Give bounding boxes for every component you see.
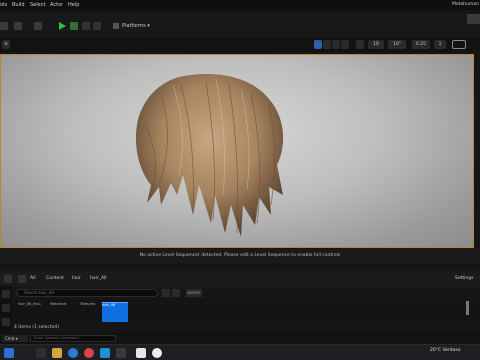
menu-build[interactable]: Build: [12, 2, 25, 8]
maximize-viewport-icon[interactable]: [452, 40, 466, 49]
content-browser-header: All Content hair hair_All Settings: [0, 271, 480, 287]
settings-button[interactable]: Settings: [455, 276, 473, 281]
console-row: Cmd ▾ Enter Console Command: [0, 333, 480, 344]
cmd-label: Cmd: [5, 336, 15, 341]
grid-snap-button[interactable]: 10: [368, 40, 384, 49]
simulate-icon[interactable]: [70, 22, 78, 30]
folder-label: Textures: [80, 302, 96, 306]
breadcrumb-all[interactable]: All: [30, 276, 36, 281]
console-input[interactable]: Enter Console Command: [30, 335, 116, 342]
start-icon[interactable]: [4, 348, 14, 358]
hair-mesh: [135, 74, 284, 237]
camera-speed-button[interactable]: 1: [434, 40, 446, 49]
selected-asset-tile[interactable]: hair_06: [102, 302, 128, 322]
menu-tools[interactable]: ols: [0, 2, 7, 8]
menu-help[interactable]: Help: [68, 2, 79, 8]
content-browser-search-row: Search hair_All IMPORT: [0, 287, 480, 299]
select-mode-icon[interactable]: [314, 40, 322, 49]
translate-icon[interactable]: [323, 40, 331, 49]
scrollbar[interactable]: [466, 301, 469, 315]
platforms-button[interactable]: Platforms ▾: [113, 21, 150, 31]
search-input[interactable]: Search hair_All: [16, 289, 158, 297]
main-toolbar: Platforms ▾: [0, 14, 480, 38]
weather-widget[interactable]: 20°C Ventoso: [430, 348, 461, 353]
rotate-icon[interactable]: [332, 40, 340, 49]
scale-snap-button[interactable]: 0.25: [412, 40, 430, 49]
hair-body: [135, 74, 284, 237]
level-viewport[interactable]: [0, 54, 474, 248]
breadcrumb-content[interactable]: Content: [46, 276, 64, 281]
viewport-menu-icon[interactable]: ≡: [2, 40, 10, 49]
task-view-icon[interactable]: [36, 348, 46, 358]
platforms-label: Platforms: [122, 23, 146, 29]
play-icon[interactable]: [59, 22, 66, 30]
scale-icon[interactable]: [341, 40, 349, 49]
unreal-engine-icon[interactable]: [152, 348, 162, 358]
window-settings-icon[interactable]: [467, 14, 480, 24]
notepad-icon[interactable]: [136, 348, 146, 358]
import-button[interactable]: IMPORT: [186, 289, 202, 297]
cmd-selector[interactable]: Cmd ▾: [2, 335, 28, 342]
sequencer-notice: No active Level Sequencer detected. Plea…: [0, 249, 480, 263]
edge-icon[interactable]: [68, 348, 78, 358]
collections-icon[interactable]: [2, 318, 10, 326]
asset-grid: hair_06_fbx1 Materials Textures hair_06: [14, 299, 480, 323]
angle-snap-button[interactable]: 10°: [388, 40, 406, 49]
more-play-icon[interactable]: [82, 22, 90, 30]
platforms-icon: [113, 22, 119, 29]
temperature-text: 20°C: [430, 348, 442, 353]
menu-actor[interactable]: Actor: [50, 2, 63, 8]
breadcrumb-hair-all[interactable]: hair_All: [90, 276, 107, 281]
mode-icon[interactable]: [0, 22, 8, 30]
filters-icon[interactable]: [2, 304, 10, 312]
menu-select[interactable]: Select: [30, 2, 45, 8]
breadcrumb-hair[interactable]: hair: [72, 276, 81, 281]
windows-taskbar: 20°C Ventoso: [0, 344, 480, 360]
filter-icon[interactable]: [172, 289, 180, 297]
asset-tile[interactable]: hair_06_fbx1: [18, 302, 48, 320]
store-icon[interactable]: [100, 348, 110, 358]
add-icon[interactable]: [4, 275, 12, 283]
folder-icon[interactable]: [18, 275, 26, 283]
viewport-toolbar: ≡ 10 10° 0.25 1: [0, 38, 480, 52]
blueprint-icon[interactable]: [34, 22, 42, 30]
weather-text: Ventoso: [442, 348, 461, 353]
app-icon[interactable]: [116, 348, 126, 358]
chrome-icon[interactable]: [84, 348, 94, 358]
folder-label: Materials: [50, 302, 67, 306]
stop-icon[interactable]: [93, 22, 101, 30]
save-search-icon[interactable]: [162, 289, 170, 297]
project-name: Metahuman: [452, 2, 479, 7]
asset-label: hair_06: [102, 303, 116, 307]
folder-tile[interactable]: Materials: [50, 302, 78, 320]
item-count-status: 4 items (1 selected): [14, 325, 60, 330]
search-icon[interactable]: [2, 290, 10, 298]
add-actor-icon[interactable]: [14, 22, 22, 30]
asset-label: hair_06_fbx1: [18, 302, 42, 306]
file-explorer-icon[interactable]: [52, 348, 62, 358]
menu-bar: ols Build Select Actor Help Metahuman: [0, 0, 480, 10]
world-local-icon[interactable]: [356, 40, 364, 49]
